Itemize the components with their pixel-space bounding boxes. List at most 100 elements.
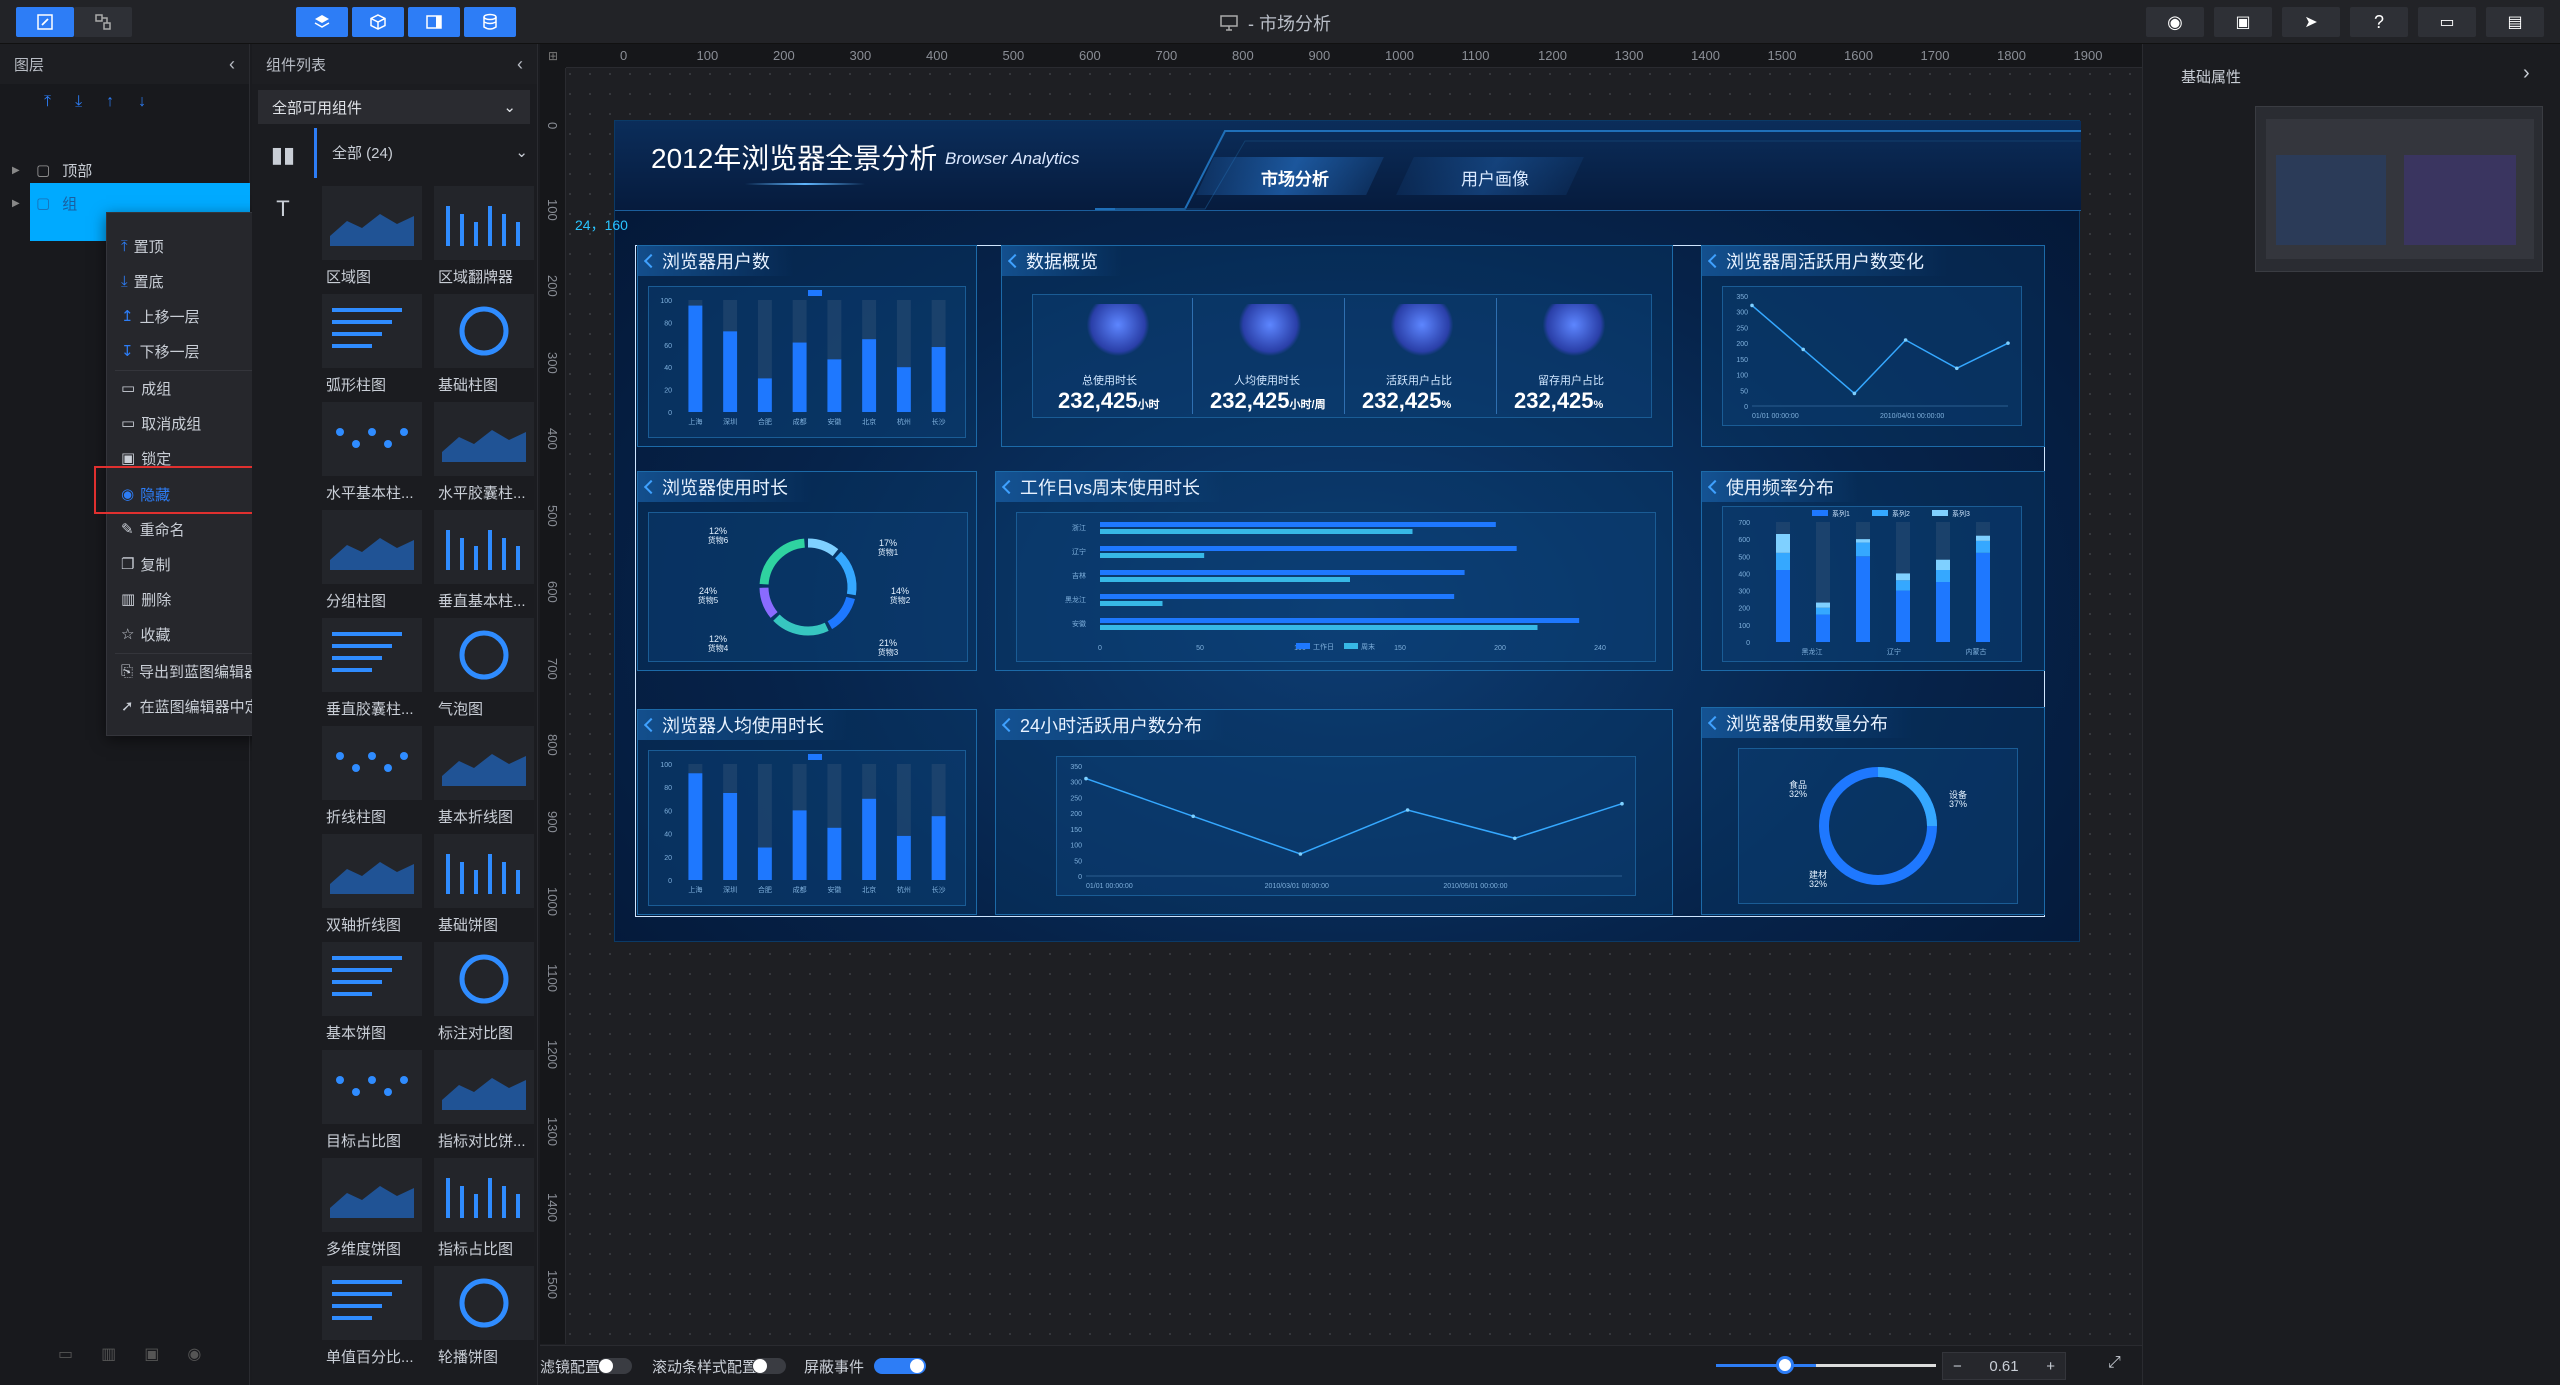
- panel-weekly-active[interactable]: 浏览器周活跃用户数变化 350 300 250 200 150 100 50 0 01/01 0…: [1701, 245, 2045, 447]
- component-card[interactable]: 水平胶囊柱...: [434, 402, 534, 504]
- record-button[interactable]: ▣: [2214, 7, 2272, 37]
- component-filter-select[interactable]: 全部可用组件 ⌄: [258, 90, 530, 124]
- panel-weekday-weekend[interactable]: 工作日vs周末使用时长 浙江辽宁吉林黑龙江安徽050100150200240工作…: [995, 471, 1673, 671]
- donut-label: 21%: [879, 638, 897, 648]
- ruler-left-label: 700: [545, 657, 560, 680]
- component-card[interactable]: 基本饼图: [322, 942, 422, 1044]
- panel-hourly-active[interactable]: 24小时活跃用户数分布 350 300 250 200 150 100 50 0 01/01 0…: [995, 709, 1673, 915]
- x-tick-label: 01/01 00:00:00: [1086, 883, 1133, 890]
- fit-screen-icon[interactable]: ⤢: [2108, 1354, 2121, 1372]
- component-card[interactable]: 目标占比图: [322, 1050, 422, 1152]
- component-card[interactable]: 指标占比图: [434, 1158, 534, 1260]
- panel-frequency[interactable]: 使用频率分布 700 600 500 400 300 200 100 0 系列1 系列2 系列3 黑龙…: [1701, 471, 2045, 671]
- data-toggle-button[interactable]: [464, 7, 516, 37]
- expand-arrow-icon[interactable]: ▶: [12, 198, 26, 209]
- ruler-top-label: 1100: [1461, 48, 1490, 63]
- component-label: 气泡图: [438, 701, 484, 718]
- move-up-icon[interactable]: ↑: [106, 93, 114, 111]
- chevron-right-icon[interactable]: ›: [2523, 62, 2530, 85]
- component-card[interactable]: 气泡图: [434, 618, 534, 720]
- panel-usage-count[interactable]: 浏览器使用数量分布 食品 32% 设备 37% 建材 32%: [1701, 707, 2045, 915]
- component-card[interactable]: 双轴折线图: [322, 834, 422, 936]
- move-bottom-icon[interactable]: ⤓: [75, 93, 82, 111]
- lock-icon[interactable]: ▣: [144, 1344, 159, 1364]
- properties-title: 基础属性: [2181, 69, 2242, 86]
- dashboard-canvas[interactable]: 2012年浏览器全景分析 Browser Analytics 市场分析 用户画像…: [575, 120, 2081, 942]
- layer-item-label: 顶部: [62, 162, 93, 180]
- component-card[interactable]: 垂直胶囊柱...: [322, 618, 422, 720]
- component-card[interactable]: 垂直基本柱...: [434, 510, 534, 612]
- thumb-hbar: [332, 1280, 402, 1284]
- data-point: [1298, 852, 1303, 856]
- ruler-left-label: 200: [545, 275, 560, 297]
- stacked-bar: [1856, 556, 1870, 642]
- publish-button[interactable]: ➤: [2282, 7, 2340, 37]
- stacked-bar: [1976, 552, 1990, 642]
- category-count-select[interactable]: 全部 (24) ⌄: [332, 138, 528, 166]
- thumb-hbar: [332, 668, 372, 672]
- component-card[interactable]: 折线柱图: [322, 726, 422, 828]
- expand-arrow-icon[interactable]: ▶: [12, 165, 26, 176]
- scrollbar-config-toggle[interactable]: [752, 1358, 786, 1374]
- blueprint-button[interactable]: [74, 7, 132, 37]
- move-top-icon[interactable]: ⤒: [44, 93, 51, 111]
- block-events-toggle[interactable]: [874, 1358, 926, 1374]
- component-card[interactable]: 多维度饼图: [322, 1158, 422, 1260]
- donut-slice: [807, 538, 839, 557]
- chart-category-icon[interactable]: ▮▮: [268, 140, 298, 170]
- preview-button[interactable]: ◉: [2146, 7, 2204, 37]
- export-icon: ⎘: [121, 662, 134, 680]
- thumb-dot: [384, 440, 392, 448]
- component-card[interactable]: 区域图: [322, 186, 422, 288]
- bar-series-2: [1100, 553, 1205, 558]
- panel-data-overview[interactable]: 数据概览 总使用时长 232,425小时 人均使用时长 232,425小时/周 活跃用户…: [1001, 245, 1673, 447]
- zoom-slider-track[interactable]: [1816, 1364, 1936, 1367]
- panel-avg-usage[interactable]: 浏览器人均使用时长 100 80 60 40 20 0 上海 深圳 合肥 成都 安徽 北京 杭州 长沙: [637, 709, 977, 915]
- layer-footer-toolbar: ▭ ▥ ▣ ◉: [0, 1334, 250, 1374]
- thumb-ring: [459, 306, 509, 356]
- panel-toggle-button[interactable]: [408, 7, 460, 37]
- category-label: 北京: [862, 417, 876, 426]
- bar-series-1: [1100, 618, 1580, 623]
- component-card[interactable]: 基础饼图: [434, 834, 534, 936]
- thumb-area: [330, 862, 414, 894]
- eye-icon[interactable]: ◉: [187, 1344, 201, 1364]
- folder-icon[interactable]: ▭: [58, 1344, 73, 1364]
- blueprint-icon: [95, 14, 111, 30]
- collapse-left-icon[interactable]: ‹: [229, 54, 235, 75]
- layers-toggle-button[interactable]: [296, 7, 348, 37]
- thumb-dot: [384, 764, 392, 772]
- component-card[interactable]: 基本折线图: [434, 726, 534, 828]
- component-card[interactable]: 弧形柱图: [322, 294, 422, 396]
- component-card[interactable]: 分组柱图: [322, 510, 422, 612]
- text-category-icon[interactable]: T: [268, 194, 298, 224]
- collapse-left-icon[interactable]: ‹: [517, 54, 523, 75]
- zoom-slider-handle[interactable]: [1776, 1356, 1794, 1374]
- eye-icon: ◉: [2167, 11, 2183, 32]
- save-button[interactable]: ▤: [2486, 7, 2544, 37]
- trash-icon[interactable]: ▥: [101, 1344, 116, 1364]
- screen-button[interactable]: ▭: [2418, 7, 2476, 37]
- panel-title: 工作日vs周末使用时长: [996, 472, 1224, 502]
- component-card[interactable]: 标注对比图: [434, 942, 534, 1044]
- ruler-corner-icon[interactable]: ⊞: [540, 44, 566, 68]
- component-card[interactable]: 基础柱图: [434, 294, 534, 396]
- component-card[interactable]: 水平基本柱...: [322, 402, 422, 504]
- category-label: 长沙: [932, 417, 946, 426]
- component-card[interactable]: 轮播饼图: [434, 1266, 534, 1368]
- edit-mode-button[interactable]: [16, 7, 74, 37]
- component-card[interactable]: 指标对比饼...: [434, 1050, 534, 1152]
- filter-config-toggle[interactable]: [598, 1358, 632, 1374]
- help-button[interactable]: ?: [2350, 7, 2408, 37]
- zoom-in-icon[interactable]: +: [2046, 1358, 2055, 1375]
- panel-browser-users[interactable]: 浏览器用户数 100 80 60 40 20 0 上海 深圳 合肥 成都 安徽 北京 杭州 长沙: [637, 245, 977, 447]
- panel-usage-time[interactable]: 浏览器使用时长 12% 货物6 17% 货物1 24% 货物5 14% 货物2 12% 货物4 21…: [637, 471, 977, 671]
- component-card[interactable]: 单值百分比...: [322, 1266, 422, 1368]
- guide-thumbnail[interactable]: [2255, 106, 2543, 272]
- components-toggle-button[interactable]: [352, 7, 404, 37]
- component-card[interactable]: 区域翻牌器: [434, 186, 534, 288]
- move-down-icon[interactable]: ↓: [138, 93, 146, 111]
- zoom-out-icon[interactable]: −: [1953, 1358, 1962, 1375]
- axis-tick-label: 0: [668, 878, 672, 885]
- series-line: [1751, 304, 2009, 395]
